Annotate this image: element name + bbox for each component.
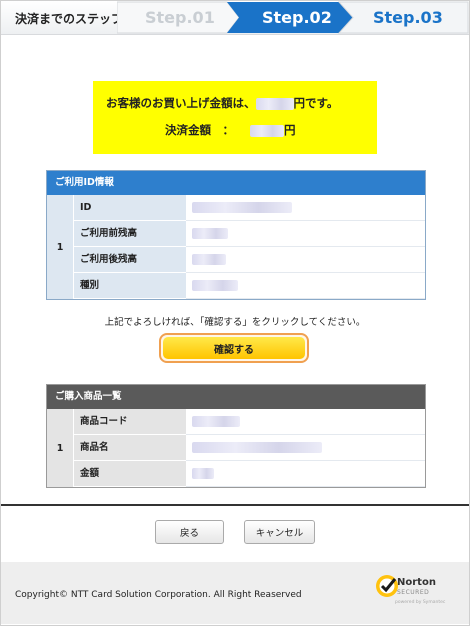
step-indicator: 決済までのステップ Step.01 Step.02 Step.03 [1,1,469,35]
steps-title: 決済までのステップ [15,12,124,26]
id-info-title: ご利用ID情報 [47,171,425,195]
confirm-button[interactable]: 確認する [159,333,309,363]
table-row: 種別 [74,273,425,299]
purchase-amount-prefix: お客様のお買い上げ金額は、 [106,96,256,110]
redacted-value [192,202,292,213]
norton-name: Norton [397,577,436,588]
purchased-items-table: 1 商品コード 商品名 金額 [47,409,425,487]
table-row: ID [74,195,425,221]
amount-summary: お客様のお買い上げ金額は、 円です。 決済金額 ： 円 [93,81,377,154]
confirm-button-label[interactable]: 確認する [163,337,305,359]
purchased-items-index: 1 [47,409,74,487]
section-divider [1,504,469,506]
row-value-id [186,195,425,221]
row-value-product-name [186,435,425,461]
table-row: ご利用前残高 [74,221,425,247]
id-info-panel: ご利用ID情報 1 ID ご利用前残高 ご利用後残高 種別 [46,170,426,300]
redacted-payment-amount [250,124,284,137]
back-button[interactable]: 戻る [155,520,224,544]
payment-amount-prefix: 決済金額 ： [165,123,234,137]
row-label-product-code: 商品コード [74,409,186,434]
row-value-product-code [186,409,425,435]
redacted-value [192,416,240,427]
row-label-price: 金額 [74,461,186,486]
step-3-label: Step.03 [373,8,443,27]
norton-check-icon [376,575,398,597]
payment-amount-line: 決済金額 ： 円 [165,122,296,138]
footer: Copyright© NTT Card Solution Corporation… [1,562,469,624]
row-label-id: ID [74,195,186,220]
row-label-product-name: 商品名 [74,435,186,460]
purchase-amount-line: お客様のお買い上げ金額は、 円です。 [106,95,338,111]
table-row: 商品名 [74,435,425,461]
redacted-value [192,468,214,479]
table-row: 商品コード [74,409,425,435]
redacted-value [192,280,238,291]
norton-secured-seal[interactable]: Norton SECURED powered by Symantec [375,572,445,612]
id-info-index: 1 [47,195,74,299]
row-label-balance-after: ご利用後残高 [74,247,186,272]
row-value-balance-before [186,221,425,247]
step-2-label: Step.02 [262,8,332,27]
cancel-button[interactable]: キャンセル [244,520,315,544]
purchased-items-title: ご購入商品一覧 [47,385,425,409]
row-value-price [186,461,425,487]
copyright-text: Copyright© NTT Card Solution Corporation… [15,590,302,600]
norton-powered-by: powered by Symantec [395,600,446,605]
row-value-balance-after [186,247,425,273]
payment-amount-suffix: 円 [284,123,296,137]
redacted-value [192,254,226,265]
confirm-instruction: 上記でよろしければ、「確認する」をクリックしてください。 [104,317,366,328]
table-row: 金額 [74,461,425,487]
row-label-balance-before: ご利用前残高 [74,221,186,246]
purchase-amount-suffix: 円です。 [293,96,339,110]
step-1-label: Step.01 [145,8,215,27]
id-info-table: 1 ID ご利用前残高 ご利用後残高 種別 [47,195,425,299]
row-value-type [186,273,425,299]
row-label-type: 種別 [74,273,186,298]
redacted-amount [255,97,294,110]
table-row: ご利用後残高 [74,247,425,273]
redacted-value [192,442,322,453]
redacted-value [192,228,228,239]
norton-secured-label: SECURED [397,589,430,596]
purchased-items-panel: ご購入商品一覧 1 商品コード 商品名 金額 [46,384,426,488]
